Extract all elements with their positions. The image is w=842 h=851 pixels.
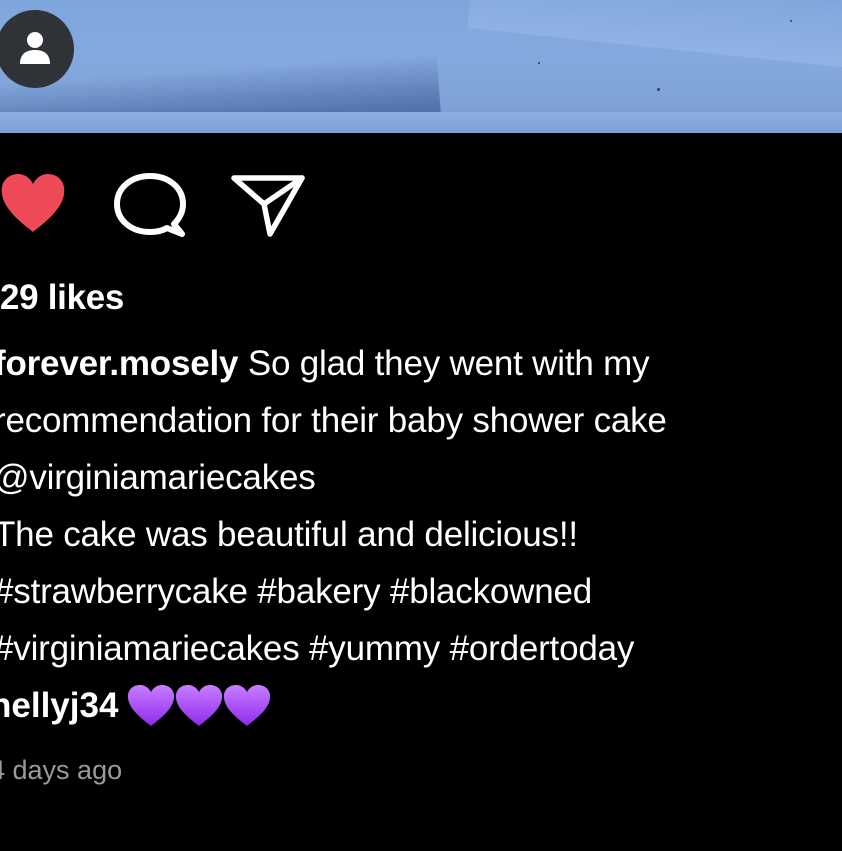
photo-speck [657,88,660,91]
comment-row: nellyj34 [0,683,271,729]
tagged-user-badge[interactable] [0,10,74,88]
caption-line: forever.mosely So glad they went with my [0,335,842,392]
post-caption: forever.mosely So glad they went with my… [0,335,842,677]
comment-bubble-icon[interactable] [112,172,188,242]
purple-heart-icon [176,685,223,726]
purple-heart-icon [128,685,175,726]
caption-username[interactable]: forever.mosely [0,344,238,383]
purple-heart-icon [224,685,271,726]
post-photo[interactable] [0,0,842,133]
comment-username[interactable]: nellyj34 [0,686,118,726]
caption-hashtags[interactable]: #virginiamariecakes #yummy #ordertoday [0,620,842,677]
comment-emoji [126,683,271,729]
heart-filled-icon[interactable] [0,172,66,236]
photo-speck [538,62,540,64]
post-timestamp: 4 days ago [0,755,123,785]
post-view: 29 likes forever.mosely So glad they wen… [0,0,842,851]
caption-line: The cake was beautiful and delicious!! [0,515,578,554]
action-bar [0,170,842,242]
photo-fabric-edge [0,112,842,133]
caption-hashtags[interactable]: #strawberrycake #bakery #blackowned [0,563,842,620]
user-silhouette-icon [20,32,50,64]
caption-text: So glad they went with my [238,344,650,383]
photo-speck [790,20,792,22]
photo-fabric-highlight [467,0,842,72]
likes-count[interactable]: 29 likes [0,278,124,318]
caption-mention[interactable]: @virginiamariecakes [0,449,842,506]
caption-line: recommendation for their baby shower cak… [0,401,667,440]
paper-plane-icon[interactable] [230,170,306,240]
